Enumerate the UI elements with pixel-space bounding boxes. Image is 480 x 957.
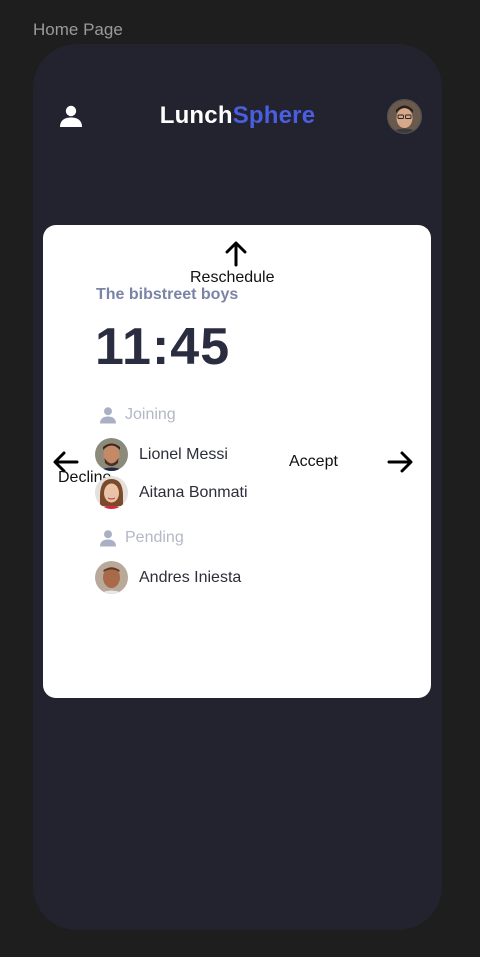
- user-avatar[interactable]: [387, 99, 422, 134]
- accept-label: Accept: [289, 453, 338, 470]
- person-name: Andres Iniesta: [139, 568, 242, 586]
- person-name: Aitana Bonmati: [139, 483, 248, 501]
- list-item: Andres Iniesta: [95, 561, 241, 594]
- lunch-time: 11:45: [95, 318, 231, 376]
- avatar: [95, 476, 128, 509]
- phone-screen: LunchSphere Reschedule Decline Accept Th…: [33, 44, 442, 930]
- list-item: Aitana Bonmati: [95, 476, 248, 509]
- arrow-right-icon: [387, 451, 413, 473]
- joining-label: Joining: [125, 406, 176, 423]
- app-title-part1: Lunch: [159, 102, 233, 129]
- group-name: The bibstreet boys: [96, 286, 239, 303]
- lunch-invite-card[interactable]: Reschedule Decline Accept The bibstreet …: [43, 225, 431, 698]
- app-title-part2: Sphere: [232, 102, 316, 129]
- person-name: Lionel Messi: [139, 445, 228, 463]
- pending-section-header: Pending: [99, 529, 184, 547]
- person-icon: [100, 407, 116, 424]
- arrow-up-icon: [225, 241, 247, 267]
- avatar: [95, 561, 128, 594]
- pending-label: Pending: [125, 529, 184, 546]
- joining-section-header: Joining: [99, 406, 176, 424]
- frame-label: Home Page: [33, 20, 123, 39]
- reschedule-label: Reschedule: [190, 269, 275, 286]
- person-icon: [100, 530, 116, 547]
- avatar: [95, 438, 128, 471]
- app-title: LunchSphere: [33, 102, 442, 130]
- list-item: Lionel Messi: [95, 438, 228, 471]
